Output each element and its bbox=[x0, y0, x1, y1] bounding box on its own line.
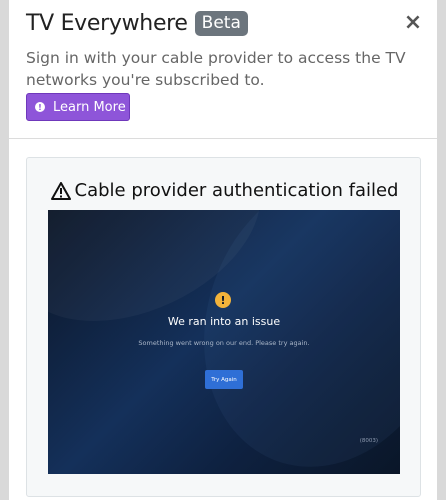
learn-more-label: Learn More bbox=[53, 99, 126, 115]
provider-error-screenshot: ! We ran into an issue Something went wr… bbox=[48, 210, 400, 474]
issue-title: We ran into an issue bbox=[167, 315, 281, 328]
modal-header: TV Everywhere Beta × Sign in with your c… bbox=[9, 0, 437, 139]
warning-icon bbox=[50, 181, 71, 200]
issue-description: Something went wrong on our end. Please … bbox=[138, 339, 310, 347]
modal-subtitle: Sign in with your cable provider to acce… bbox=[26, 49, 406, 89]
close-icon[interactable]: × bbox=[403, 10, 423, 36]
card-title-text: Cable provider authentication failed bbox=[74, 180, 399, 201]
info-icon: ! bbox=[35, 102, 45, 112]
title-row: TV Everywhere Beta bbox=[26, 11, 248, 36]
beta-badge: Beta bbox=[194, 11, 248, 36]
tv-everywhere-modal: TV Everywhere Beta × Sign in with your c… bbox=[9, 0, 437, 500]
auth-error-card: Cable provider authentication failed ! W… bbox=[26, 157, 421, 497]
modal-title: TV Everywhere bbox=[26, 11, 188, 36]
alert-icon: ! bbox=[215, 292, 231, 308]
try-again-button[interactable]: Try Again bbox=[205, 370, 243, 389]
error-code: (8003) bbox=[359, 438, 378, 444]
learn-more-button[interactable]: ! Learn More bbox=[26, 93, 130, 121]
card-title: Cable provider authentication failed bbox=[27, 180, 422, 201]
